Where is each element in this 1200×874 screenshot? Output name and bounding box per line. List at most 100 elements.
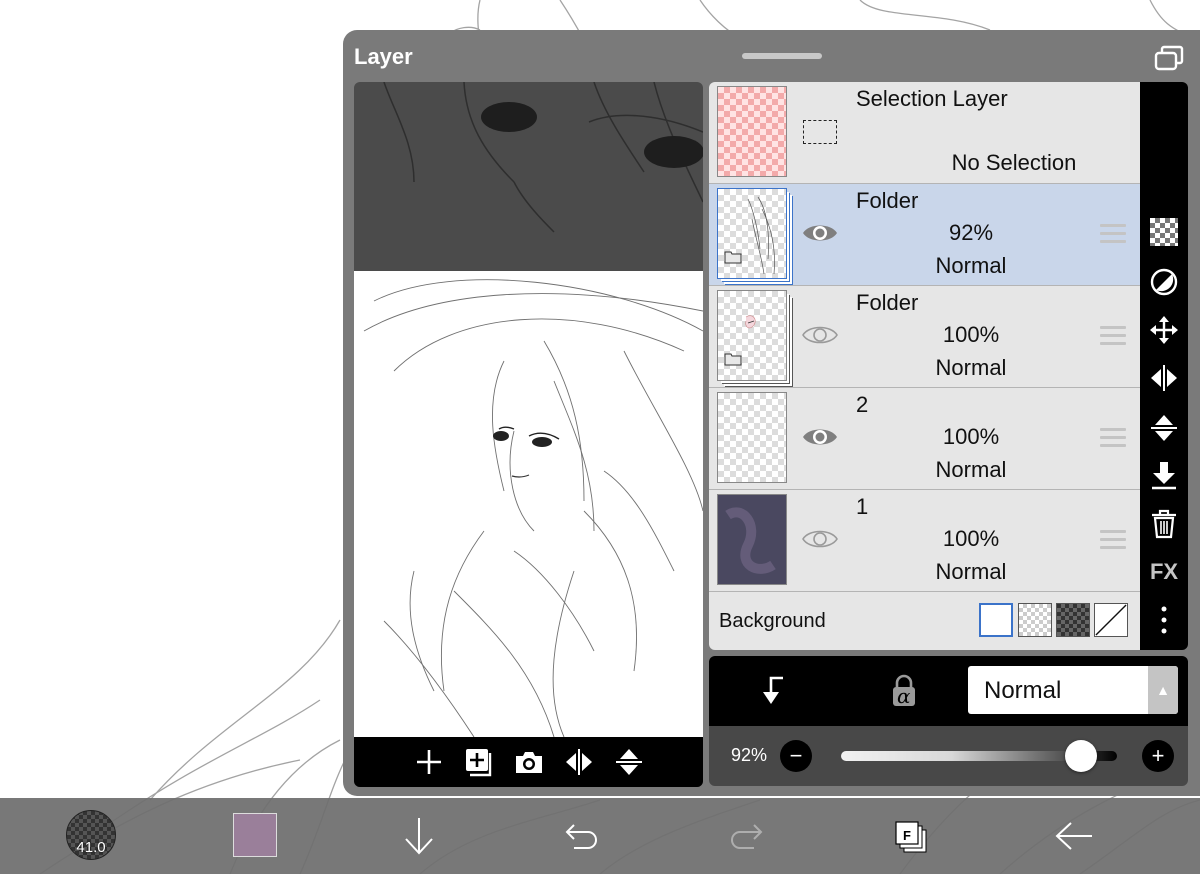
selection-marquee-icon [803, 120, 837, 144]
trash-icon [1152, 509, 1176, 539]
layer-down-button[interactable] [393, 810, 445, 862]
visibility-eye-icon[interactable] [801, 424, 839, 450]
brush-size-button[interactable]: 41.0 [66, 810, 116, 860]
window-toggle-icon[interactable] [1153, 44, 1185, 72]
circle-half-icon [1150, 268, 1178, 296]
layer-row-1[interactable]: 1 100% Normal [709, 490, 1140, 592]
thumbnail-sketch [747, 196, 775, 275]
current-color-swatch[interactable] [233, 813, 277, 857]
reorder-handle-icon[interactable] [1100, 428, 1126, 448]
brush-size-value: 41.0 [76, 839, 106, 856]
more-icon [1161, 606, 1167, 634]
redo-icon [731, 824, 763, 849]
blend-mode-value: Normal [984, 677, 1062, 704]
opacity-slider[interactable] [841, 740, 1117, 772]
more-options-button[interactable] [1148, 604, 1180, 636]
layer-opacity: 92% [948, 220, 994, 245]
layer-opacity: 100% [942, 526, 1000, 551]
background-none-swatch[interactable] [1094, 603, 1128, 637]
clipping-icon[interactable] [757, 674, 793, 708]
layers-button[interactable]: F [884, 810, 936, 862]
flip-vertical-button[interactable] [613, 746, 645, 778]
main-bottom-toolbar: 41.0 F [0, 798, 1200, 874]
visibility-eye-icon[interactable] [801, 322, 839, 348]
redo-button[interactable] [720, 810, 772, 862]
layer-name: 2 [856, 392, 869, 417]
layer-opacity: 100% [942, 424, 1000, 449]
flip-horizontal-icon [1151, 365, 1177, 391]
layer-thumbnail [717, 188, 787, 279]
thumbnail-sketch [745, 315, 756, 329]
layer-thumbnail [717, 86, 787, 177]
delete-layer-button[interactable] [1148, 508, 1180, 540]
layer-opacity: 100% [942, 322, 1000, 347]
duplicate-layer-button[interactable] [463, 746, 495, 778]
layer-side-toolbar: FX [1140, 82, 1188, 650]
opacity-increase-button[interactable]: + [1142, 740, 1174, 772]
reorder-handle-icon[interactable] [1100, 326, 1126, 346]
opacity-value: 92% [731, 745, 768, 765]
merge-down-button[interactable] [1148, 460, 1180, 492]
layer-name: Selection Layer [856, 86, 1008, 111]
selection-layer-row[interactable]: Selection Layer No Selection [709, 82, 1140, 184]
folder-icon [724, 353, 742, 366]
background-white-swatch[interactable] [979, 603, 1013, 637]
blend-mode-select[interactable]: Normal ▲ [968, 666, 1178, 714]
dropdown-arrow-icon: ▲ [1148, 666, 1178, 714]
alpha-glyph: α [897, 684, 911, 708]
arrow-down-icon [405, 818, 433, 855]
layer-blend-mode: Normal [935, 457, 1007, 482]
visibility-eye-icon[interactable] [801, 220, 839, 246]
flip-vertical-icon [1151, 415, 1177, 441]
layers-button-label: F [903, 828, 911, 843]
background-transparent-swatch[interactable] [1018, 603, 1052, 637]
layer-blend-mode: Normal [935, 559, 1007, 584]
duplicate-icon [465, 749, 491, 777]
preview-zoomed-area [383, 82, 703, 233]
visibility-eye-icon[interactable] [801, 526, 839, 552]
flip-horizontal-icon [565, 749, 592, 775]
flip-vertical-icon [615, 749, 642, 775]
panel-drag-handle[interactable] [742, 53, 822, 59]
preview-canvas [354, 271, 703, 737]
layer-blend-mode: Normal [935, 355, 1007, 380]
layer-blend-mode: Normal [935, 253, 1007, 278]
layer-name: Folder [856, 188, 919, 213]
layer-row-folder-2[interactable]: Folder 100% Normal [709, 286, 1140, 388]
undo-button[interactable] [556, 810, 608, 862]
layer-row-folder-1[interactable]: Folder 92% Normal [709, 184, 1140, 286]
layer-thumbnail [717, 392, 787, 483]
fx-icon[interactable]: FX [1148, 556, 1180, 588]
reorder-handle-icon[interactable] [1100, 530, 1126, 550]
camera-icon [515, 752, 542, 773]
move-layer-button[interactable] [1148, 314, 1180, 346]
back-button[interactable] [1048, 810, 1100, 862]
flip-horizontal-layer-button[interactable] [1148, 362, 1180, 394]
layer-name: Folder [856, 290, 919, 315]
undo-icon [565, 824, 597, 849]
arrow-left-icon [1055, 822, 1092, 850]
folder-icon [724, 251, 742, 264]
layer-list: Selection Layer No Selection Folder 92% … [709, 82, 1140, 650]
background-dark-swatch[interactable] [1056, 603, 1090, 637]
invert-button[interactable] [1148, 266, 1180, 298]
move-icon [1150, 316, 1178, 344]
reorder-handle-icon[interactable] [1100, 224, 1126, 244]
flip-horizontal-button[interactable] [563, 746, 595, 778]
merge-down-icon [1152, 462, 1176, 490]
layer-thumbnail [717, 494, 787, 585]
opacity-decrease-button[interactable]: − [780, 740, 812, 772]
flip-vertical-layer-button[interactable] [1148, 412, 1180, 444]
transparency-lock-button[interactable] [1148, 216, 1180, 248]
layer-preview [354, 82, 703, 787]
background-label: Background [719, 610, 826, 632]
import-photo-button[interactable] [513, 746, 545, 778]
layer-row-2[interactable]: 2 100% Normal [709, 388, 1140, 490]
background-row: Background [709, 592, 1140, 650]
alpha-lock-button[interactable]: α [887, 674, 921, 708]
opacity-slider-knob[interactable] [1065, 740, 1097, 772]
add-layer-button[interactable] [413, 746, 445, 778]
preview-toolbar [354, 737, 703, 787]
blend-mode-bar: α Normal ▲ [709, 656, 1188, 726]
layer-name: 1 [856, 494, 869, 519]
